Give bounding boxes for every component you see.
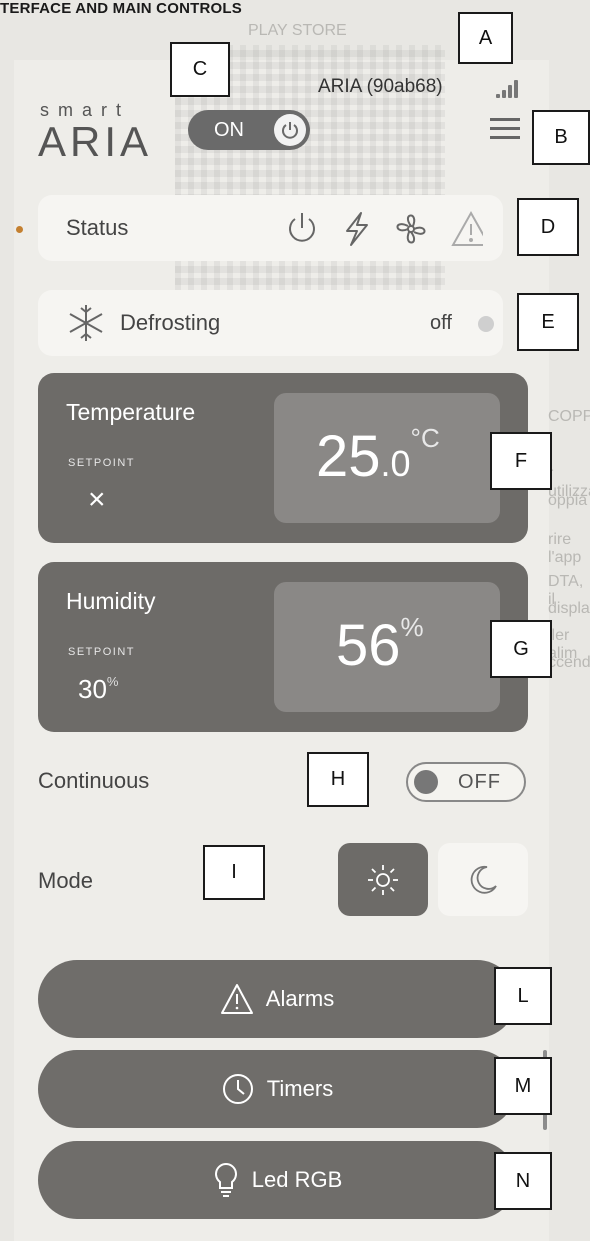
fan-icon (396, 214, 426, 244)
led-rgb-button-label: Led RGB (251, 1167, 343, 1192)
power-icon (274, 114, 306, 146)
device-name: ARIA (90ab68) (318, 76, 443, 97)
humidity-unit: % (400, 612, 424, 642)
humidity-readout-box: 56% (274, 582, 500, 712)
background-text-playstore: PLAY STORE (248, 22, 347, 39)
humidity-setpoint-value: 30 (78, 674, 107, 704)
humidity-panel[interactable]: Humidity SETPOINT 30% 56% (38, 562, 528, 732)
humidity-title: Humidity (66, 588, 156, 614)
background-text: display (548, 600, 590, 617)
callout-e: E (517, 293, 579, 351)
warning-icon (220, 984, 253, 1014)
sun-icon (368, 864, 398, 895)
clock-icon (222, 1074, 253, 1104)
callout-c: C (170, 42, 230, 97)
callout-m: M (494, 1057, 552, 1115)
signal-bars-icon (496, 78, 526, 98)
mode-day-button[interactable] (338, 843, 428, 916)
temperature-readout-box: 25.0°C (274, 393, 500, 523)
humidity-setpoint-label: SETPOINT (68, 646, 136, 658)
power-icon (289, 213, 315, 242)
defrosting-card: Defrosting off (38, 290, 503, 356)
defrosting-label: Defrosting (120, 310, 221, 335)
temperature-panel[interactable]: Temperature SETPOINT × 25.0°C (38, 373, 528, 543)
temperature-unit: °C (410, 423, 440, 453)
defrosting-state: off (430, 312, 452, 334)
brand-logo-large: ARIA (38, 118, 153, 165)
callout-g: G (490, 620, 552, 678)
document-section-header: TERFACE AND MAIN CONTROLS (0, 0, 242, 17)
temperature-value: 25 (316, 424, 381, 489)
alarms-button[interactable]: Alarms (38, 960, 516, 1038)
warning-icon (451, 210, 491, 246)
temperature-setpoint-value: × (88, 483, 106, 516)
temperature-setpoint-label: SETPOINT (68, 457, 136, 469)
background-text: oppia (548, 492, 588, 509)
power-toggle[interactable]: ON (188, 110, 310, 150)
temperature-title: Temperature (66, 399, 196, 425)
continuous-label: Continuous (38, 768, 150, 793)
status-icons (283, 209, 491, 254)
lightning-icon (346, 212, 368, 246)
timers-button-label: Timers (266, 1076, 334, 1101)
hamburger-menu-icon[interactable] (490, 118, 520, 140)
callout-b: B (532, 110, 590, 165)
temperature-decimal: .0 (380, 443, 411, 484)
background-text: COPPIA (548, 408, 590, 425)
continuous-toggle[interactable]: OFF (406, 762, 526, 802)
toggle-knob (414, 770, 438, 794)
moon-icon (470, 865, 497, 894)
callout-f: F (490, 432, 552, 490)
status-card[interactable]: Status (38, 195, 503, 261)
callout-l: L (494, 967, 552, 1025)
mode-night-button[interactable] (438, 843, 528, 916)
status-label: Status (66, 215, 129, 240)
callout-i: I (203, 845, 265, 900)
alarms-button-label: Alarms (265, 986, 335, 1011)
callout-h: H (307, 752, 369, 807)
mode-label: Mode (38, 868, 94, 893)
callout-a: A (458, 12, 513, 64)
humidity-value: 56 (336, 613, 401, 678)
callout-n: N (494, 1152, 552, 1210)
power-toggle-label: ON (214, 118, 244, 141)
timers-button[interactable]: Timers (38, 1050, 516, 1128)
callout-d: D (517, 198, 579, 256)
defrosting-indicator (478, 316, 494, 332)
humidity-setpoint-unit: % (106, 674, 119, 689)
snowflake-icon (69, 305, 103, 341)
continuous-toggle-label: OFF (458, 771, 501, 793)
background-text: ccende (548, 654, 590, 671)
status-indicator-dot (16, 226, 23, 233)
lightbulb-icon (214, 1162, 237, 1197)
background-text: rire l'app (548, 531, 582, 566)
led-rgb-button[interactable]: Led RGB (38, 1141, 516, 1219)
